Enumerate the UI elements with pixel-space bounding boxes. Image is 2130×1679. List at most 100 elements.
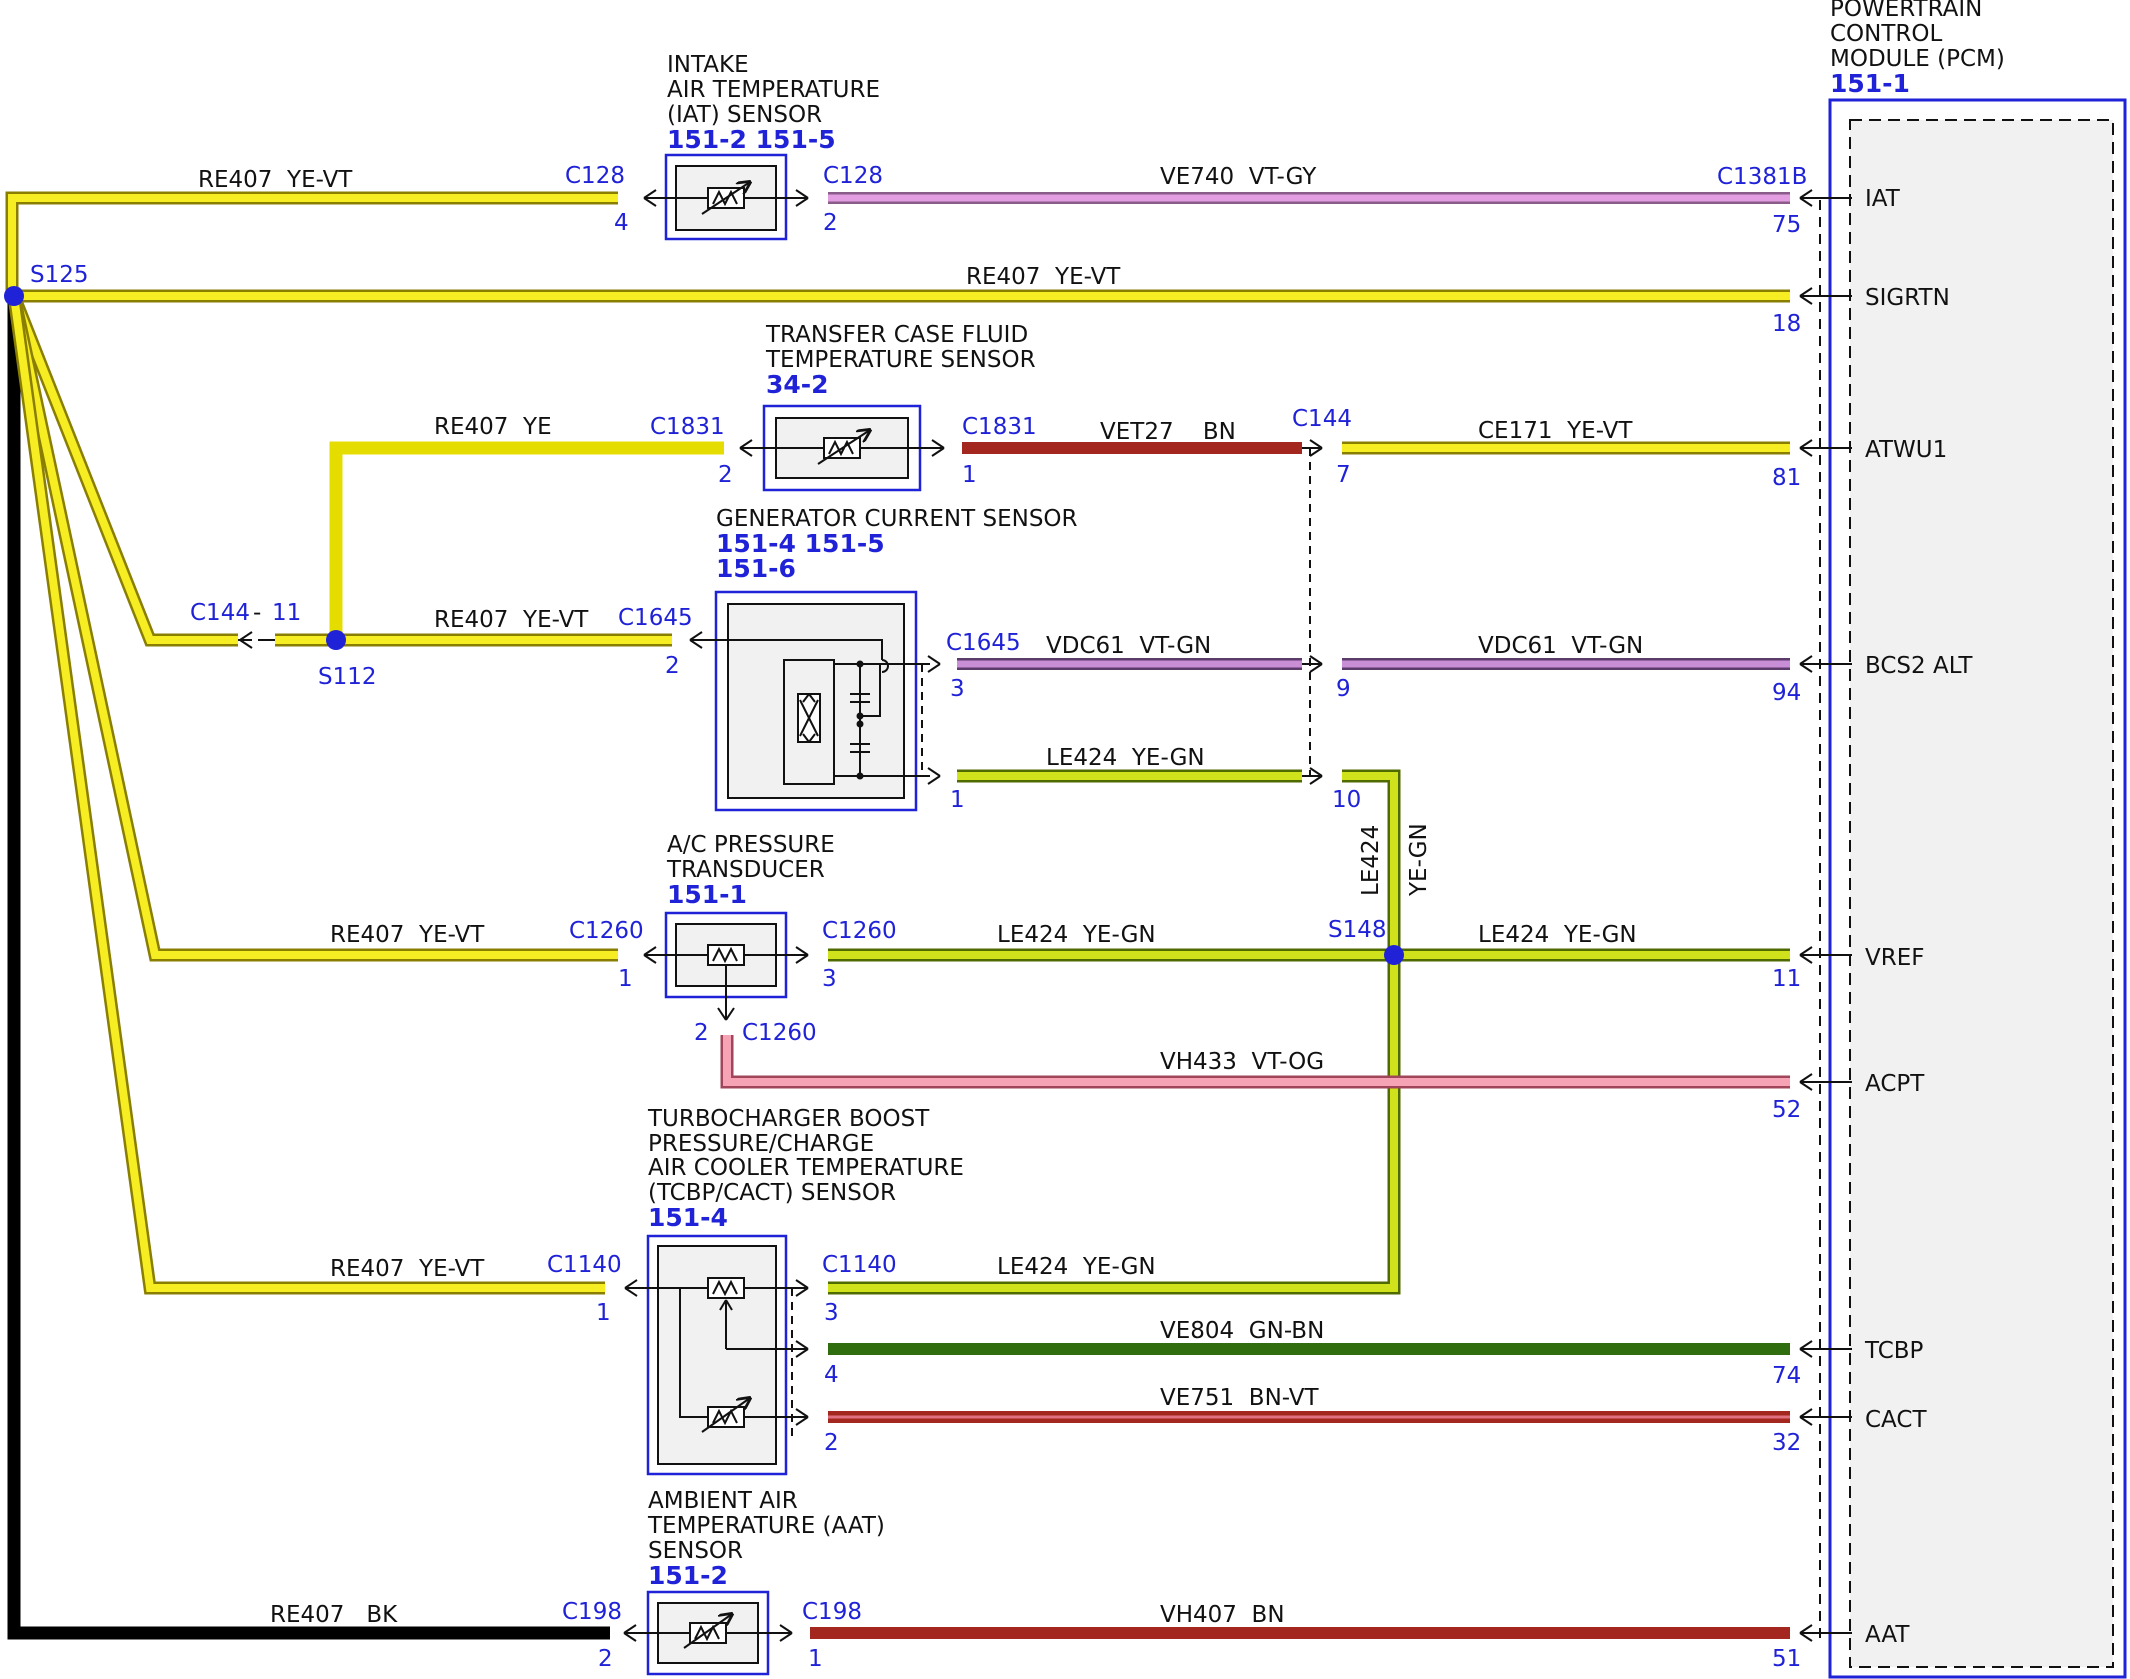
transfer-case-sensor xyxy=(739,404,945,492)
acp-pin-2: 2 xyxy=(694,1020,709,1046)
wire-label-w2: VE740 VT-GY xyxy=(1160,164,1317,190)
aat-ref: 151-2 xyxy=(648,1561,728,1590)
splice-s112 xyxy=(326,630,346,650)
tcbp-title-1: TURBOCHARGER BOOST xyxy=(647,1106,930,1132)
wire-label-w14: LE424 YE-GN xyxy=(1478,922,1637,948)
wire-label-w13: LE424 YE-GN xyxy=(997,922,1156,948)
iat-title-2: AIR TEMPERATURE xyxy=(667,77,880,103)
aat-title-1: AMBIENT AIR xyxy=(648,1488,798,1514)
c144-pin-10: 10 xyxy=(1332,787,1361,813)
splice-s112-label: S112 xyxy=(318,664,377,690)
tcbp-pin-2: 2 xyxy=(824,1430,839,1456)
pcm-pin-arrows xyxy=(1799,189,1813,1642)
tcbp-conn-left: C1140 xyxy=(547,1252,622,1278)
ac-pressure-transducer xyxy=(643,911,809,1021)
pcm-signal-tcbp: TCBP xyxy=(1864,1338,1924,1364)
wire-label-w19: VE751 BN-VT xyxy=(1160,1385,1319,1411)
pcm-pin-11: 11 xyxy=(1772,966,1801,992)
wire-label-w3: RE407 YE-VT xyxy=(966,264,1121,290)
pcm-title-1: POWERTRAIN xyxy=(1830,0,1982,22)
c144-left-label: C144 xyxy=(190,600,250,626)
pcm-pin-51: 51 xyxy=(1772,1646,1801,1672)
pcm-signal-aat: AAT xyxy=(1865,1622,1910,1648)
pcm-inner xyxy=(1849,119,2114,1668)
wire-label-w8: VDC61 VT-GN xyxy=(1046,633,1211,659)
tcft-pin-2: 2 xyxy=(718,462,733,488)
c144-pin-11: 11 xyxy=(272,600,301,626)
gcs-pin-3: 3 xyxy=(950,676,965,702)
pcm-pin-52: 52 xyxy=(1772,1097,1801,1123)
pcm-pin-94: 94 xyxy=(1772,680,1801,706)
tcft-pin-1: 1 xyxy=(962,462,977,488)
gcs-conn-right: C1645 xyxy=(946,630,1021,656)
iat-sensor xyxy=(643,153,809,241)
wire-label-w10: LE424 YE-GN xyxy=(1046,745,1205,771)
tcbp-title-2: PRESSURE/CHARGE xyxy=(648,1131,874,1157)
tcbp-conn-right: C1140 xyxy=(822,1252,897,1278)
tcbp-pin-4: 4 xyxy=(824,1362,839,1388)
aat-pin-1: 1 xyxy=(808,1646,823,1672)
pcm-pin-74: 74 xyxy=(1772,1363,1801,1389)
acp-pin-1: 1 xyxy=(618,966,633,992)
wire-label-w21: VH407 BN xyxy=(1160,1602,1285,1628)
wire-label-w11: LE424 xyxy=(1358,825,1384,896)
aat-conn-right: C198 xyxy=(802,1599,862,1625)
wire-le424-ye-gn xyxy=(828,769,1790,1295)
splice-s148 xyxy=(1384,945,1404,965)
c144-dash: - xyxy=(253,600,261,626)
tcbp-pin-1: 1 xyxy=(596,1300,611,1326)
wire-label-w15: VH433 VT-OG xyxy=(1160,1049,1324,1075)
acp-ref: 151-1 xyxy=(667,880,747,909)
pcm-title-2: CONTROL xyxy=(1830,21,1943,47)
tcft-ref: 34-2 xyxy=(766,370,829,399)
acp-title-1: A/C PRESSURE xyxy=(667,832,835,858)
acp-conn-left: C1260 xyxy=(569,918,644,944)
iat-pin-2: 2 xyxy=(823,210,838,236)
tcft-conn-right: C1831 xyxy=(962,414,1037,440)
pcm-signal-sigrtn: SIGRTN xyxy=(1865,285,1950,311)
wire-label-w6: CE171 YE-VT xyxy=(1478,418,1633,444)
pcm-signal-iat: IAT xyxy=(1865,186,1901,212)
tcbp-pin-3: 3 xyxy=(824,1300,839,1326)
pcm-pin-75: 75 xyxy=(1772,212,1801,238)
wire-label-w5: VET27 BN xyxy=(1100,419,1236,445)
pcm-pin-18: 18 xyxy=(1772,311,1801,337)
pcm-signal-atwu1: ATWU1 xyxy=(1865,437,1947,463)
c144-pin-9: 9 xyxy=(1336,676,1351,702)
wire-label-w9: VDC61 VT-GN xyxy=(1478,633,1643,659)
iat-title-1: INTAKE xyxy=(667,52,749,78)
c144-pin-7: 7 xyxy=(1336,462,1351,488)
aat-sensor xyxy=(623,1590,793,1676)
pcm-signal-vref: VREF xyxy=(1865,945,1924,971)
wire-label-w18: VE804 GN-BN xyxy=(1160,1318,1324,1344)
splice-s148-label: S148 xyxy=(1328,917,1387,943)
splice-s125-label: S125 xyxy=(30,262,89,288)
tcbp-cact-sensor xyxy=(624,1234,809,1476)
wire-label-w7: RE407 YE-VT xyxy=(434,607,589,633)
wire-label-w1: RE407 YE-VT xyxy=(198,167,353,193)
generator-current-sensor xyxy=(689,590,941,812)
gcs-ref-2: 151-6 xyxy=(716,554,796,583)
aat-conn-left: C198 xyxy=(562,1599,622,1625)
acp-conn-bottom: C1260 xyxy=(742,1020,817,1046)
pcm-signal-bcs2-alt: BCS2 ALT xyxy=(1865,653,1973,679)
wiring-diagram: POWERTRAIN CONTROL MODULE (PCM) 151-1 IA… xyxy=(4,0,2127,1679)
pcm-connector: C1381B xyxy=(1717,164,1807,190)
pcm-module: POWERTRAIN CONTROL MODULE (PCM) 151-1 IA… xyxy=(1717,0,2127,1679)
pcm-signal-acpt: ACPT xyxy=(1865,1071,1925,1097)
wire-label-w12: RE407 YE-VT xyxy=(330,922,485,948)
gcs-conn-left: C1645 xyxy=(618,605,693,631)
wire-label-w16: RE407 YE-VT xyxy=(330,1256,485,1282)
tcft-conn-left: C1831 xyxy=(650,414,725,440)
iat-conn-right: C128 xyxy=(823,163,883,189)
splice-s125 xyxy=(4,286,24,306)
wire-label-w17: LE424 YE-GN xyxy=(997,1254,1156,1280)
tcbp-ref: 151-4 xyxy=(648,1203,728,1232)
acp-pin-3: 3 xyxy=(822,966,837,992)
iat-conn-left: C128 xyxy=(565,163,625,189)
gcs-pin-2: 2 xyxy=(665,653,680,679)
wire-label-w4: RE407 YE xyxy=(434,414,552,440)
iat-ref: 151-2 151-5 xyxy=(667,125,836,154)
aat-title-2: TEMPERATURE (AAT) xyxy=(647,1513,885,1539)
pcm-ref: 151-1 xyxy=(1830,69,1910,98)
